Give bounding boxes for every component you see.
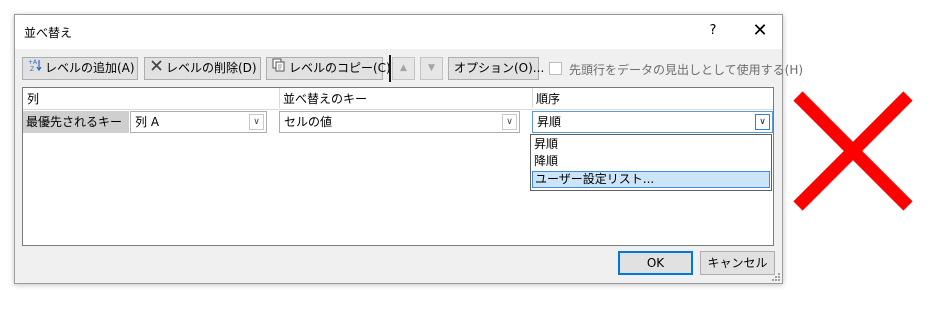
delete-level-label: レベルの削除(D): [166, 61, 257, 75]
sort-key-label: 最優先されるキー: [23, 111, 129, 133]
header-row-checkbox-label: 先頭行をデータの見出しとして使用する(H): [569, 63, 804, 77]
header-sort-on: 並べ替えのキー: [283, 92, 368, 106]
delete-level-button[interactable]: レベルの削除(D): [144, 57, 261, 80]
red-cross-mark-icon: [793, 91, 913, 211]
sort-on-select[interactable]: セルの値 ∨: [279, 111, 520, 133]
options-button[interactable]: オプション(O)...: [448, 57, 544, 80]
svg-text:+A: +A: [28, 59, 38, 66]
header-row-checkbox[interactable]: [549, 62, 562, 75]
order-option-descending[interactable]: 降順: [532, 153, 770, 170]
order-option-custom-list[interactable]: ユーザー設定リスト...: [532, 171, 770, 188]
chevron-down-icon[interactable]: ∨: [249, 114, 264, 130]
header-separator: [23, 109, 773, 110]
delete-x-icon: [150, 58, 163, 79]
column-select[interactable]: 列 A ∨: [130, 111, 267, 133]
move-down-button[interactable]: ▼: [420, 57, 443, 80]
header-divider: [532, 88, 533, 108]
order-option-ascending[interactable]: 昇順: [532, 136, 770, 153]
close-button[interactable]: ✕: [749, 21, 771, 41]
help-button[interactable]: ?: [703, 21, 723, 41]
header-divider: [279, 88, 280, 108]
column-select-value: 列 A: [135, 115, 160, 129]
order-select[interactable]: 昇順 ∨: [532, 111, 773, 133]
sort-on-select-value: セルの値: [284, 115, 333, 129]
chevron-down-icon[interactable]: ∨: [502, 114, 517, 130]
toolbar-separator: [389, 55, 391, 82]
svg-text:Z: Z: [30, 66, 34, 72]
ok-button[interactable]: OK: [618, 251, 693, 275]
add-level-label: レベルの追加(A): [45, 61, 135, 75]
chevron-down-icon[interactable]: ∨: [755, 114, 770, 130]
resize-grip-icon[interactable]: [770, 271, 780, 281]
copy-level-label: レベルのコピー(C): [289, 61, 391, 75]
move-up-button[interactable]: ▲: [392, 57, 415, 80]
header-order: 順序: [536, 92, 561, 106]
copy-level-button[interactable]: レベルのコピー(C): [266, 57, 391, 80]
add-level-icon: +A Z: [28, 58, 42, 79]
order-select-value: 昇順: [537, 115, 562, 129]
cancel-button[interactable]: キャンセル: [700, 251, 775, 275]
header-column: 列: [27, 92, 40, 106]
title-bar: 並べ替え ? ✕: [15, 15, 782, 49]
add-level-button[interactable]: +A Z レベルの追加(A): [22, 57, 138, 80]
order-dropdown-list: 昇順 降順 ユーザー設定リスト...: [530, 134, 772, 191]
copy-icon: [272, 58, 286, 79]
sort-dialog: 並べ替え ? ✕ +A Z レベルの追加(A) レベルの削除(D) レベルのコピ…: [14, 14, 803, 284]
dialog-title: 並べ替え: [24, 26, 73, 40]
